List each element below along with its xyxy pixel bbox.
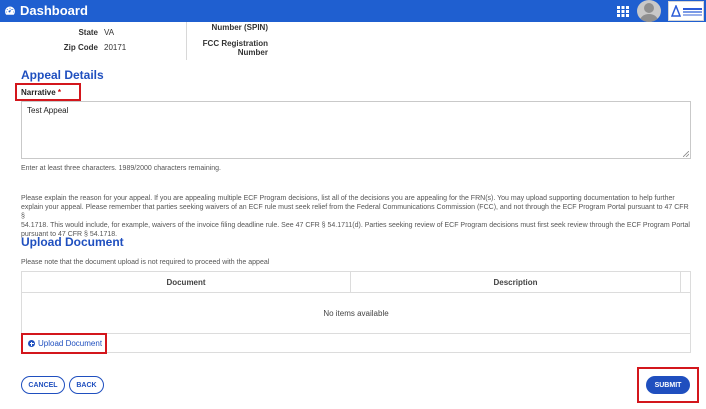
dashboard-link[interactable]: Dashboard <box>4 3 88 18</box>
table-footer-divider <box>22 333 690 334</box>
upload-document-heading: Upload Document <box>21 235 124 249</box>
zip-code-label: Zip Code <box>63 43 98 52</box>
table-header-divider <box>22 292 690 293</box>
instructions-line-3: 54.1718. This would include, for example… <box>21 222 690 229</box>
cancel-button[interactable]: CANCEL <box>21 376 65 394</box>
dashboard-title: Dashboard <box>20 3 88 18</box>
character-count-hint: Enter at least three characters. 1989/20… <box>21 165 221 172</box>
appeal-details-heading: Appeal Details <box>21 68 104 82</box>
resize-grip-icon[interactable] <box>683 151 689 157</box>
instructions-line-1: Please explain the reason for your appea… <box>21 195 675 202</box>
zip-code-value: 20171 <box>104 43 127 52</box>
column-header-description[interactable]: Description <box>351 272 681 292</box>
spin-label: Number (SPIN) <box>211 23 268 32</box>
appeal-instructions: Please explain the reason for your appea… <box>21 194 693 239</box>
org-logo-text-lines <box>683 8 702 10</box>
narrative-textarea[interactable]: Test Appeal <box>21 101 691 159</box>
narrative-text: Test Appeal <box>27 106 69 115</box>
column-header-document[interactable]: Document <box>22 272 351 292</box>
state-value: VA <box>104 28 115 37</box>
org-logo-mark-icon <box>671 5 681 17</box>
fcc-registration-label-line2: Number <box>237 48 268 57</box>
back-button[interactable]: BACK <box>69 376 104 394</box>
upload-note: Please note that the document upload is … <box>21 259 270 266</box>
documents-table: Document Description No items available <box>21 271 691 353</box>
narrative-highlight-box <box>15 83 81 101</box>
fcc-registration-label: FCC Registration <box>202 39 268 48</box>
user-avatar[interactable] <box>637 0 661 22</box>
empty-table-message: No items available <box>323 309 389 318</box>
submit-highlight-box <box>637 367 699 403</box>
org-logo <box>668 1 704 21</box>
instructions-line-2: explain your appeal. Please remember tha… <box>21 204 689 220</box>
upload-link-highlight-box <box>21 333 107 354</box>
dashboard-icon <box>5 6 15 15</box>
top-bar: Dashboard <box>0 0 706 22</box>
state-label: State <box>78 28 98 37</box>
summary-divider <box>186 22 187 60</box>
apps-grid-icon[interactable] <box>617 6 629 17</box>
